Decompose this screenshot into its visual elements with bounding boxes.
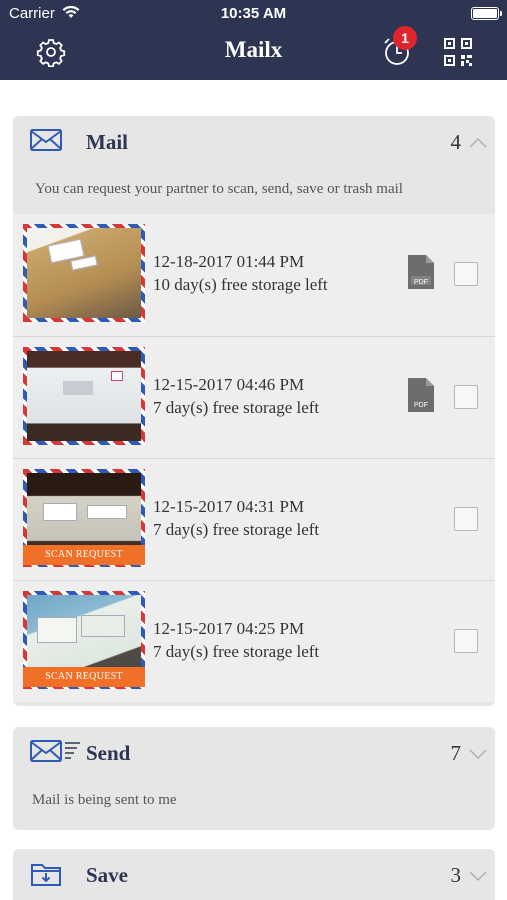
- chevron-down-icon[interactable]: [469, 747, 487, 760]
- svg-text:PDF: PDF: [414, 402, 428, 409]
- mail-section-title: Mail: [86, 130, 128, 154]
- mail-date: 12-15-2017 04:31 PM: [153, 497, 305, 516]
- mail-description: You can request your partner to scan, se…: [35, 181, 403, 197]
- mail-select-checkbox[interactable]: [454, 629, 478, 653]
- chevron-down-icon[interactable]: [469, 869, 487, 882]
- save-count: 3: [450, 863, 462, 887]
- notification-badge: 1: [393, 26, 417, 50]
- list-item[interactable]: SCAN REQUEST 12-15-2017 04:31 PM 7 day(s…: [13, 458, 495, 580]
- chevron-up-icon[interactable]: [469, 136, 487, 148]
- save-section-header[interactable]: Save 3: [13, 849, 495, 900]
- clock-time: 10:35 AM: [220, 5, 287, 22]
- svg-text:PDF: PDF: [414, 279, 428, 286]
- list-item[interactable]: 12-18-2017 01:44 PM 10 day(s) free stora…: [13, 214, 495, 336]
- battery-icon: [471, 7, 502, 20]
- qr-code-icon[interactable]: [443, 37, 473, 67]
- mail-storage: 7 day(s) free storage left: [153, 642, 320, 661]
- mail-section: Mail 4 You can request your partner to s…: [13, 116, 495, 706]
- mail-storage: 7 day(s) free storage left: [153, 520, 320, 539]
- mail-date: 12-15-2017 04:46 PM: [153, 375, 305, 394]
- mail-storage: 7 day(s) free storage left: [153, 398, 320, 417]
- mail-date: 12-18-2017 01:44 PM: [153, 252, 305, 271]
- envelope-send-icon: [30, 739, 82, 768]
- scan-request-tag: SCAN REQUEST: [23, 545, 145, 565]
- send-description: Mail is being sent to me: [32, 792, 177, 808]
- save-section-title: Save: [86, 863, 128, 887]
- navigation-bar: Carrier 10:35 AM Mailx 1: [0, 0, 507, 80]
- mail-select-checkbox[interactable]: [454, 385, 478, 409]
- pdf-file-icon[interactable]: PDF: [406, 254, 436, 290]
- list-item[interactable]: SCAN REQUEST 12-15-2017 04:25 PM 7 day(s…: [13, 580, 495, 702]
- pdf-file-icon[interactable]: PDF: [406, 377, 436, 413]
- send-count: 7: [450, 741, 462, 765]
- mail-select-checkbox[interactable]: [454, 262, 478, 286]
- send-section-header[interactable]: Send 7: [13, 727, 495, 783]
- mail-thumbnail[interactable]: [23, 224, 145, 322]
- page-title: Mailx: [224, 37, 283, 62]
- mail-section-header[interactable]: Mail 4: [13, 116, 495, 172]
- save-section: Save 3: [13, 849, 495, 900]
- mail-select-checkbox[interactable]: [454, 507, 478, 531]
- mail-date: 12-15-2017 04:25 PM: [153, 619, 305, 638]
- send-section: Send 7 Mail is being sent to me: [13, 727, 495, 830]
- mail-count: 4: [450, 130, 462, 154]
- folder-download-icon: [30, 861, 62, 892]
- scan-request-tag: SCAN REQUEST: [23, 667, 145, 687]
- envelope-icon: [30, 128, 62, 157]
- send-section-title: Send: [86, 741, 131, 765]
- mail-list: 12-18-2017 01:44 PM 10 day(s) free stora…: [13, 214, 495, 702]
- list-item[interactable]: 12-15-2017 04:46 PM 7 day(s) free storag…: [13, 336, 495, 458]
- mail-thumbnail[interactable]: [23, 347, 145, 445]
- mail-storage: 10 day(s) free storage left: [153, 275, 328, 294]
- mail-description-bar: You can request your partner to scan, se…: [13, 172, 495, 214]
- status-bar: Carrier 10:35 AM: [0, 0, 507, 28]
